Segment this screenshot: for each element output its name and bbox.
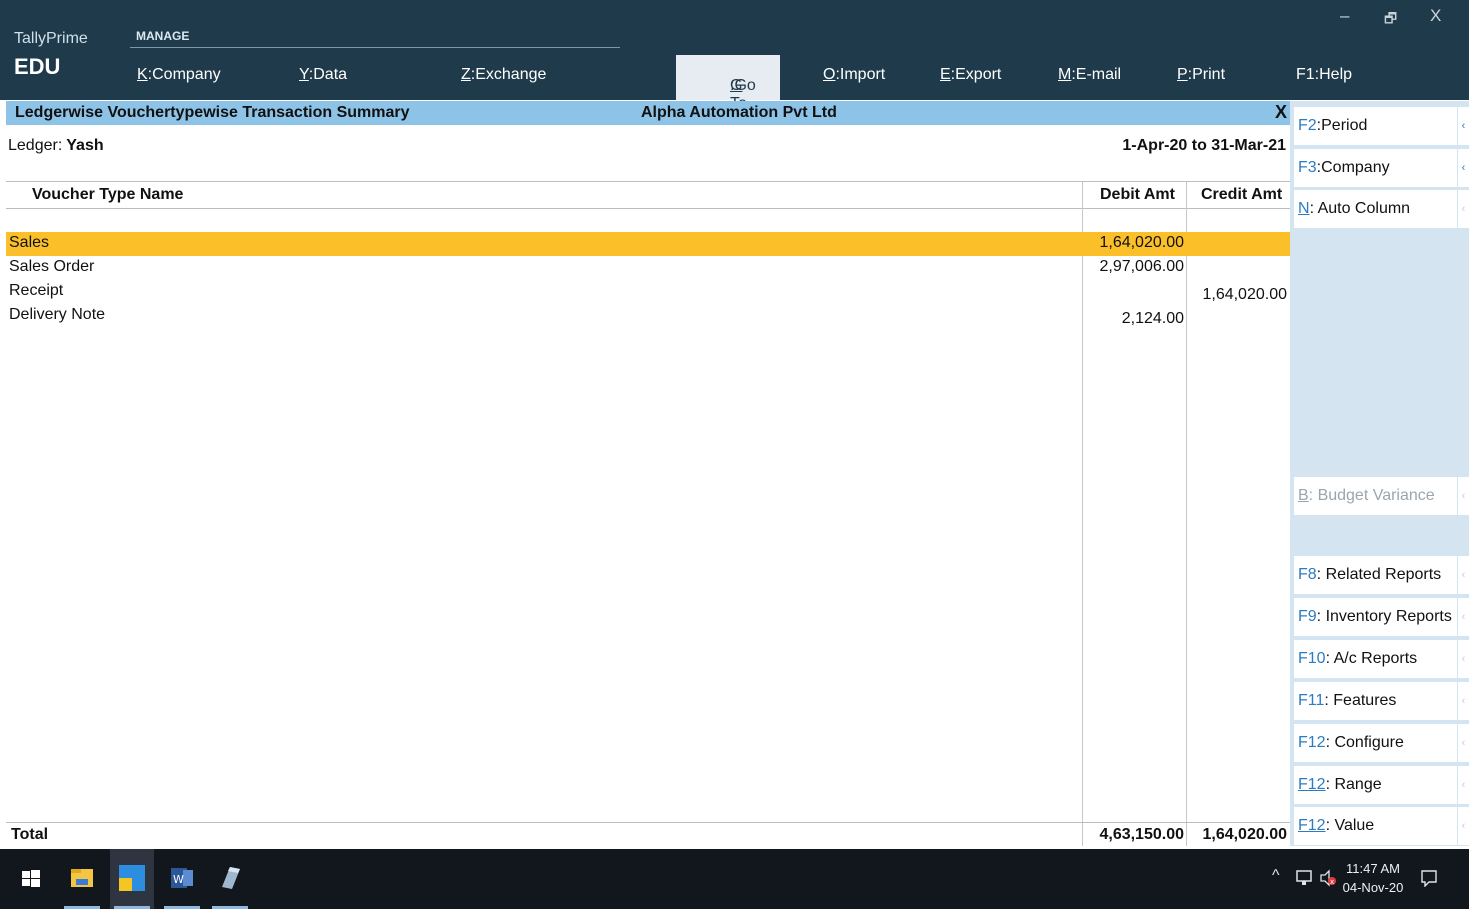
menu-import[interactable]: O:Import	[823, 66, 885, 84]
restore-button[interactable]: 🗗	[1384, 8, 1397, 32]
value-button[interactable]: F12: Value ‹	[1294, 807, 1469, 845]
period-button[interactable]: F2:Period ‹	[1294, 107, 1469, 145]
total-debit: 4,63,150.00	[1099, 826, 1184, 843]
chevron-left-icon: ‹	[1457, 149, 1469, 187]
menu-company[interactable]: K:Company	[137, 66, 221, 84]
col-header-debit: Debit Amt	[1100, 186, 1175, 203]
manage-label: MANAGE	[136, 29, 190, 43]
button-panel: F2:Period ‹ F3:Company ‹ N: Auto Column …	[1290, 101, 1469, 846]
chevron-left-icon: ‹	[1457, 724, 1469, 762]
auto-column-button[interactable]: N: Auto Column ‹	[1294, 190, 1469, 228]
row-name: Delivery Note	[9, 306, 106, 323]
company-button[interactable]: F3:Company ‹	[1294, 149, 1469, 187]
row-debit: 1,64,020.00	[1099, 234, 1184, 251]
col-header-credit: Credit Amt	[1201, 186, 1283, 203]
notification-icon[interactable]	[1420, 869, 1438, 892]
configure-button[interactable]: F12: Configure ‹	[1294, 724, 1469, 762]
chevron-left-icon: ‹	[1457, 682, 1469, 720]
table-row[interactable]: Receipt 1,64,020.00	[6, 280, 1290, 304]
clock-time: 11:47 AM	[1346, 861, 1400, 876]
windows-start-icon[interactable]	[10, 849, 54, 909]
report-title-bar: Ledgerwise Vouchertypewise Transaction S…	[6, 101, 1290, 125]
menu-export[interactable]: E:Export	[940, 66, 1001, 84]
word-letter: W	[173, 873, 184, 886]
menu-help[interactable]: F1:Help	[1296, 66, 1352, 84]
ledger-label: Ledger:	[8, 137, 63, 154]
total-divider	[6, 822, 1290, 823]
clock-date: 04-Nov-20	[1342, 880, 1404, 895]
app-edition: EDU	[14, 54, 61, 79]
row-name: Sales Order	[9, 258, 95, 275]
menu-data[interactable]: Y:Data	[299, 66, 347, 84]
chevron-left-icon: ‹	[1457, 477, 1469, 515]
clock[interactable]: 11:47 AM 04-Nov-20	[1338, 859, 1408, 897]
total-label: Total	[11, 826, 49, 843]
related-reports-button[interactable]: F8: Related Reports ‹	[1294, 556, 1469, 594]
menu-goto[interactable]: G:Go To	[676, 55, 780, 112]
chevron-left-icon: ‹	[1457, 640, 1469, 678]
file-explorer-icon[interactable]	[60, 849, 104, 909]
header-divider	[6, 181, 1290, 182]
ledger-name: Yash	[66, 137, 104, 154]
report-title: Ledgerwise Vouchertypewise Transaction S…	[15, 104, 410, 121]
ac-reports-button[interactable]: F10: A/c Reports ‹	[1294, 640, 1469, 678]
minimize-button[interactable]: –	[1340, 6, 1349, 26]
report-period: 1-Apr-20 to 31-Mar-21	[1122, 137, 1286, 154]
table-row-selected[interactable]: Sales 1,64,020.00	[6, 232, 1290, 256]
volume-muted-icon[interactable]: x	[1319, 869, 1337, 892]
ledger-info: Ledger: Yash	[8, 137, 104, 155]
menu-exchange[interactable]: Z:Exchange	[461, 66, 546, 84]
title-bar: TallyPrime EDU MANAGE K:Company Y:Data Z…	[0, 0, 1469, 112]
chevron-left-icon: ‹	[1457, 807, 1469, 845]
row-debit: 2,97,006.00	[1099, 258, 1184, 275]
tallyprime-app-icon[interactable]	[110, 849, 154, 909]
menu-print[interactable]: P:Print	[1177, 66, 1225, 84]
row-name: Receipt	[9, 282, 64, 299]
close-window-button[interactable]: X	[1430, 6, 1441, 26]
row-name: Sales	[9, 234, 50, 251]
row-credit: 1,64,020.00	[1202, 286, 1287, 303]
word-icon[interactable]: W	[160, 849, 204, 909]
table-row[interactable]: Delivery Note 2,124.00	[6, 304, 1290, 328]
range-button[interactable]: F12: Range ‹	[1294, 766, 1469, 804]
budget-variance-button[interactable]: B: Budget Variance ‹	[1294, 477, 1469, 515]
chevron-up-icon[interactable]: ^	[1272, 867, 1280, 885]
chevron-left-icon: ‹	[1457, 598, 1469, 636]
close-report-button[interactable]: X	[1275, 102, 1287, 123]
menu-email[interactable]: M:E-mail	[1058, 66, 1121, 84]
inventory-reports-button[interactable]: F9: Inventory Reports ‹	[1294, 598, 1469, 636]
network-icon[interactable]	[1296, 869, 1312, 892]
table-row[interactable]: Sales Order 2,97,006.00	[6, 256, 1290, 280]
company-name: Alpha Automation Pvt Ltd	[641, 104, 837, 121]
manage-divider	[130, 47, 620, 48]
svg-text:x: x	[1330, 878, 1334, 886]
chevron-left-icon: ‹	[1457, 556, 1469, 594]
taskbar: W ^ x 11:47 AM 04-Nov-20	[0, 849, 1469, 909]
total-row: Total 4,63,150.00 1,64,020.00	[6, 824, 1290, 846]
chevron-left-icon: ‹	[1457, 766, 1469, 804]
pen-app-icon[interactable]	[208, 849, 252, 909]
chevron-left-icon: ‹	[1457, 190, 1469, 228]
chevron-left-icon: ‹	[1457, 107, 1469, 145]
features-button[interactable]: F11: Features ‹	[1294, 682, 1469, 720]
row-debit: 2,124.00	[1121, 310, 1184, 327]
col-header-name: Voucher Type Name	[32, 186, 184, 203]
header-divider	[6, 208, 1290, 209]
app-brand: TallyPrime	[14, 30, 88, 47]
total-credit: 1,64,020.00	[1202, 826, 1287, 843]
